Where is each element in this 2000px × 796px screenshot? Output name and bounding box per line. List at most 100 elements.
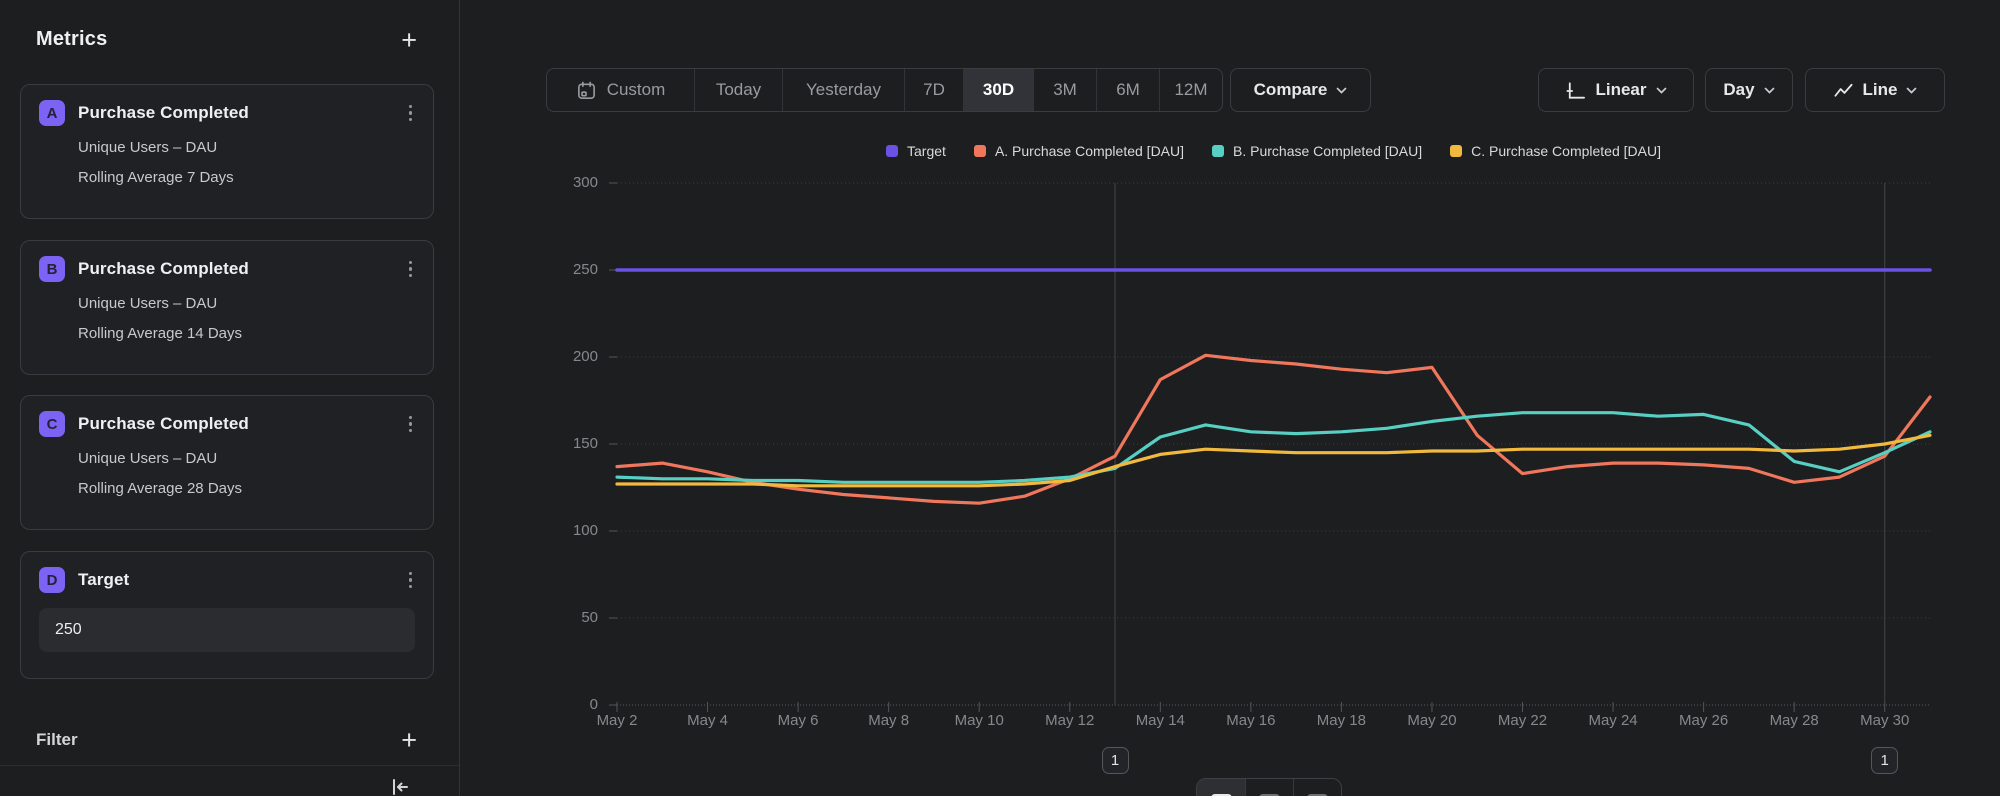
metric-title: Purchase Completed	[78, 414, 406, 434]
dashboard: Metrics + A Purchase Completed Unique Us…	[0, 0, 2000, 796]
legend-color-chip	[1212, 145, 1224, 157]
x-axis-label: May 4	[663, 712, 753, 729]
metric-card-header: B Purchase Completed	[39, 256, 415, 282]
legend-label: Target	[907, 143, 946, 159]
annotation-badge[interactable]: 1	[1102, 747, 1129, 774]
x-axis-label: May 6	[753, 712, 843, 729]
metric-title: Purchase Completed	[78, 259, 406, 279]
sidebar-title: Metrics	[36, 28, 107, 51]
legend-item[interactable]: Target	[886, 143, 946, 159]
calendar-icon	[576, 80, 597, 101]
annotation-badge[interactable]: 1	[1871, 747, 1898, 774]
x-axis-label: May 26	[1659, 712, 1749, 729]
metric-menu-button[interactable]	[406, 568, 416, 593]
metric-measure: Unique Users – DAU	[78, 450, 415, 467]
target-value-input[interactable]	[39, 608, 415, 652]
legend-color-chip	[974, 145, 986, 157]
view-chart-button[interactable]	[1197, 779, 1245, 796]
range-label: Custom	[607, 80, 666, 100]
metric-menu-button[interactable]	[406, 257, 416, 282]
scale-dropdown[interactable]: Linear	[1538, 68, 1694, 112]
x-axis-label: May 18	[1296, 712, 1386, 729]
range-30d[interactable]: 30D	[963, 69, 1033, 111]
metric-menu-button[interactable]	[406, 412, 416, 437]
x-axis-label: May 22	[1478, 712, 1568, 729]
metric-measure: Unique Users – DAU	[78, 295, 415, 312]
legend-item[interactable]: B. Purchase Completed [DAU]	[1212, 143, 1422, 159]
x-axis-label: May 16	[1206, 712, 1296, 729]
compare-label: Compare	[1254, 80, 1328, 100]
view-table-button[interactable]	[1245, 779, 1293, 796]
legend-label: A. Purchase Completed [DAU]	[995, 143, 1184, 159]
linear-axis-icon	[1565, 80, 1586, 101]
metric-menu-button[interactable]	[406, 101, 416, 126]
range-today[interactable]: Today	[694, 69, 782, 111]
y-axis-label: 150	[498, 433, 598, 455]
chevron-down-icon	[1906, 87, 1917, 94]
metric-card-header: D Target	[39, 567, 415, 593]
add-filter-button[interactable]: +	[399, 730, 419, 750]
metric-letter-badge: B	[39, 256, 65, 282]
metric-card-target[interactable]: D Target	[20, 551, 434, 679]
metric-card-a[interactable]: A Purchase Completed Unique Users – DAU …	[20, 84, 434, 219]
legend-label: C. Purchase Completed [DAU]	[1471, 143, 1661, 159]
compare-button[interactable]: Compare	[1230, 68, 1371, 112]
chart-type-dropdown[interactable]: Line	[1805, 68, 1945, 112]
y-axis-label: 50	[498, 607, 598, 629]
line-chart-icon	[1833, 80, 1854, 101]
range-12m[interactable]: 12M	[1159, 69, 1222, 111]
legend-color-chip	[1450, 145, 1462, 157]
legend-item[interactable]: A. Purchase Completed [DAU]	[974, 143, 1184, 159]
x-axis-label: May 12	[1025, 712, 1115, 729]
scale-label: Linear	[1595, 80, 1646, 100]
metric-card-header: C Purchase Completed	[39, 411, 415, 437]
x-axis-label: May 20	[1387, 712, 1477, 729]
view-switcher	[1196, 778, 1342, 796]
metrics-sidebar: Metrics + A Purchase Completed Unique Us…	[0, 0, 460, 796]
view-card-button[interactable]	[1293, 779, 1341, 796]
x-axis-label: May 24	[1568, 712, 1658, 729]
chart-type-label: Line	[1863, 80, 1898, 100]
x-axis-label: May 14	[1115, 712, 1205, 729]
range-7d[interactable]: 7D	[904, 69, 963, 111]
metric-rolling-average: Rolling Average 28 Days	[78, 480, 415, 497]
y-axis-label: 300	[498, 172, 598, 194]
add-metric-button[interactable]: +	[399, 30, 419, 50]
sidebar-header: Metrics +	[36, 28, 419, 51]
metric-title: Target	[78, 570, 406, 590]
chevron-down-icon	[1336, 87, 1347, 94]
range-6m[interactable]: 6M	[1096, 69, 1159, 111]
filter-title: Filter	[36, 730, 78, 750]
y-axis-label: 200	[498, 346, 598, 368]
y-axis-label: 100	[498, 520, 598, 542]
legend-item[interactable]: C. Purchase Completed [DAU]	[1450, 143, 1661, 159]
x-axis-label: May 10	[934, 712, 1024, 729]
chevron-down-icon	[1764, 87, 1775, 94]
date-range-control: Custom Today Yesterday 7D 30D 3M 6M 12M	[546, 68, 1223, 112]
x-axis-label: May 30	[1840, 712, 1930, 729]
metric-card-b[interactable]: B Purchase Completed Unique Users – DAU …	[20, 240, 434, 375]
metric-measure: Unique Users – DAU	[78, 139, 415, 156]
range-3m[interactable]: 3M	[1033, 69, 1096, 111]
interval-label: Day	[1723, 80, 1754, 100]
chevron-down-icon	[1656, 87, 1667, 94]
range-custom[interactable]: Custom	[547, 69, 694, 111]
y-axis-label: 250	[498, 259, 598, 281]
metric-rolling-average: Rolling Average 7 Days	[78, 169, 415, 186]
metric-letter-badge: A	[39, 100, 65, 126]
filter-section: Filter +	[36, 730, 419, 750]
metric-card-c[interactable]: C Purchase Completed Unique Users – DAU …	[20, 395, 434, 530]
interval-dropdown[interactable]: Day	[1705, 68, 1793, 112]
collapse-sidebar-icon[interactable]	[389, 778, 411, 796]
metric-letter-badge: D	[39, 567, 65, 593]
x-axis-label: May 28	[1749, 712, 1839, 729]
legend-color-chip	[886, 145, 898, 157]
x-axis-label: May 2	[572, 712, 662, 729]
legend-label: B. Purchase Completed [DAU]	[1233, 143, 1422, 159]
metric-card-header: A Purchase Completed	[39, 100, 415, 126]
chart-legend: Target A. Purchase Completed [DAU] B. Purc…	[617, 143, 1930, 159]
range-yesterday[interactable]: Yesterday	[782, 69, 904, 111]
metric-letter-badge: C	[39, 411, 65, 437]
x-axis-label: May 8	[844, 712, 934, 729]
sidebar-divider	[0, 765, 459, 766]
